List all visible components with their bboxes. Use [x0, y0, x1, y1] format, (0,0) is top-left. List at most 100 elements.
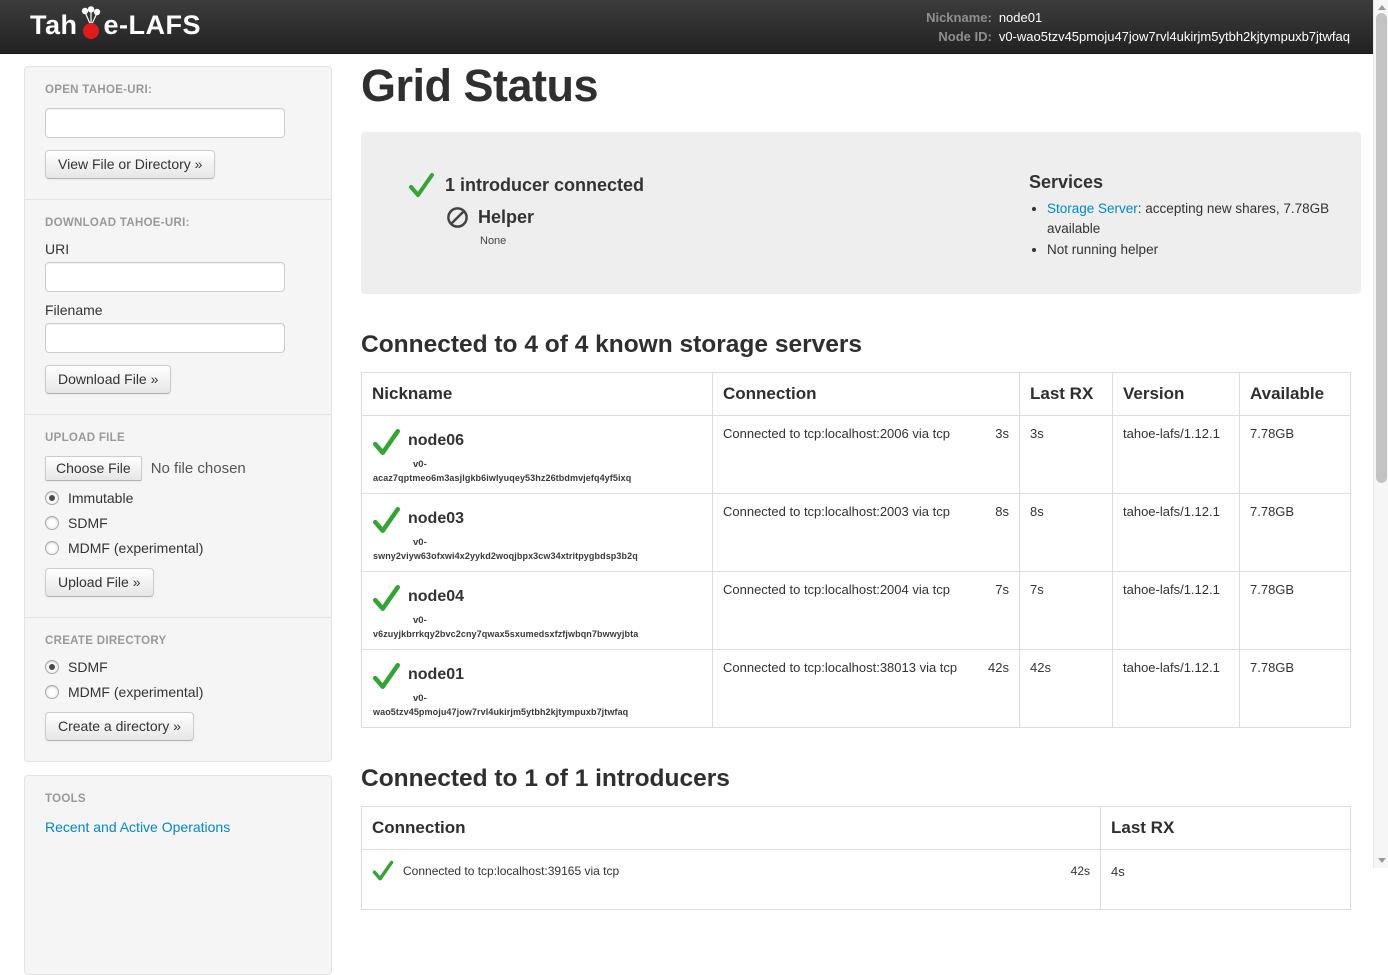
- server-row: node03 v0- swny2viyw63ofxwi4x2yykd2woqjb…: [362, 494, 1351, 572]
- filename-field-label: Filename: [45, 302, 311, 318]
- server-nickname: node06: [408, 428, 464, 450]
- create-directory-button[interactable]: Create a directory »: [45, 712, 194, 741]
- nickname-label: Nickname:: [926, 9, 992, 26]
- radio-immutable[interactable]: Immutable: [45, 490, 311, 506]
- server-available: 7.78GB: [1240, 650, 1351, 728]
- logo-text-right: e-LAFS: [104, 12, 202, 39]
- download-filename-input[interactable]: [45, 323, 285, 353]
- introducer-connection-time: 42s: [1071, 860, 1090, 878]
- col-last-rx: Last RX: [1020, 373, 1113, 416]
- service-helper: Not running helper: [1047, 240, 1343, 260]
- col-intro-connection: Connection: [362, 807, 1101, 850]
- storage-servers-table: Nickname Connection Last RX Version Avai…: [361, 372, 1351, 728]
- server-version: tahoe-lafs/1.12.1: [1113, 494, 1240, 572]
- file-chosen-status: No file chosen: [151, 460, 246, 477]
- storage-servers-heading: Connected to 4 of 4 known storage server…: [361, 331, 1361, 359]
- upload-file-section: UPLOAD FILE Choose File No file chosen I…: [25, 414, 331, 617]
- grid-status-summary-box: 1 introducer connected Helper None Servi…: [361, 132, 1361, 294]
- storage-table-header-row: Nickname Connection Last RX Version Avai…: [362, 373, 1351, 416]
- view-file-or-directory-button[interactable]: View File or Directory »: [45, 150, 215, 179]
- services-block: Services Storage Server: accepting new s…: [1029, 172, 1351, 266]
- download-file-button[interactable]: Download File »: [45, 365, 171, 394]
- col-intro-last-rx: Last RX: [1101, 807, 1351, 850]
- open-tahoe-uri-section: OPEN TAHOE-URI: View File or Directory »: [25, 67, 331, 199]
- server-connection-time: 8s: [995, 504, 1009, 519]
- tahoe-lafs-logo: Tah e-LAFS: [30, 6, 201, 48]
- server-peerid-hash: acaz7qptmeo6m3asjlgkb6iwlyuqey53hz26tbdm…: [373, 473, 702, 483]
- introducer-row: Connected to tcp:localhost:39165 via tcp…: [362, 850, 1351, 910]
- upload-file-button[interactable]: Upload File »: [45, 568, 154, 597]
- introducer-connection-text: Connected to tcp:localhost:39165 via tcp: [403, 860, 619, 878]
- radio-upload-mdmf[interactable]: MDMF (experimental): [45, 540, 311, 556]
- server-peerid-hash: wao5tzv45pmoju47jow7rvl4ukirjm5ytbh2kjty…: [373, 707, 702, 717]
- recent-operations-link[interactable]: Recent and Active Operations: [45, 819, 230, 835]
- col-nickname: Nickname: [362, 373, 713, 416]
- node-info: Nickname: node01 Node ID: v0-wao5tzv45pm…: [926, 9, 1350, 45]
- storage-server-link[interactable]: Storage Server: [1047, 201, 1138, 216]
- radio-create-mdmf-label: MDMF (experimental): [68, 684, 203, 700]
- sidebar-main-panel: OPEN TAHOE-URI: View File or Directory »…: [24, 66, 332, 762]
- scrollbar-down-arrow-icon[interactable]: [1374, 853, 1388, 868]
- server-connection-cell: Connected to tcp:localhost:2006 via tcp …: [713, 416, 1020, 494]
- open-uri-input[interactable]: [45, 108, 285, 138]
- tools-panel: TOOLS Recent and Active Operations: [24, 775, 332, 975]
- create-directory-section: CREATE DIRECTORY SDMF MDMF (experimental…: [25, 617, 331, 761]
- scrollbar-thumb[interactable]: [1376, 13, 1387, 483]
- server-nickname-cell: node06 v0- acaz7qptmeo6m3asjlgkb6iwlyuqe…: [362, 416, 713, 494]
- server-row: node04 v0- v6zuyjkbrrkqy2bvc2cny7qwax5sx…: [362, 572, 1351, 650]
- server-peerid-hash: swny2viyw63ofxwi4x2yykd2woqjbpx3cw34xtri…: [373, 551, 702, 561]
- download-uri-input[interactable]: [45, 262, 285, 292]
- server-nickname: node03: [408, 506, 464, 528]
- server-last-rx: 3s: [1020, 416, 1113, 494]
- server-peerid-prefix: v0-: [413, 537, 702, 548]
- radio-button-icon: [45, 685, 59, 699]
- server-connection-time: 3s: [995, 426, 1009, 441]
- check-icon: [372, 860, 394, 882]
- check-icon: [372, 506, 401, 535]
- radio-upload-mdmf-label: MDMF (experimental): [68, 540, 203, 556]
- introducers-heading: Connected to 1 of 1 introducers: [361, 765, 1361, 793]
- server-last-rx: 8s: [1020, 494, 1113, 572]
- download-tahoe-uri-section: DOWNLOAD TAHOE-URI: URI Filename Downloa…: [25, 199, 331, 414]
- server-nickname-cell: node03 v0- swny2viyw63ofxwi4x2yykd2woqjb…: [362, 494, 713, 572]
- check-icon: [372, 584, 401, 613]
- upload-file-heading: UPLOAD FILE: [45, 432, 311, 444]
- server-nickname-cell: node01 v0- wao5tzv45pmoju47jow7rvl4ukirj…: [362, 650, 713, 728]
- server-nickname: node04: [408, 584, 464, 606]
- server-nickname: node01: [408, 662, 464, 684]
- server-connection-cell: Connected to tcp:localhost:2003 via tcp …: [713, 494, 1020, 572]
- server-peerid-prefix: v0-: [413, 615, 702, 626]
- radio-button-icon: [45, 491, 59, 505]
- radio-upload-sdmf[interactable]: SDMF: [45, 515, 311, 531]
- logo-text-left: Tah: [30, 12, 78, 39]
- tools-heading: TOOLS: [45, 793, 311, 805]
- radio-create-sdmf-label: SDMF: [68, 659, 108, 675]
- server-version: tahoe-lafs/1.12.1: [1113, 572, 1240, 650]
- nickname-value: node01: [999, 9, 1350, 26]
- choose-file-button[interactable]: Choose File: [45, 456, 142, 481]
- radio-create-sdmf[interactable]: SDMF: [45, 659, 311, 675]
- server-connection-text: Connected to tcp:localhost:38013 via tcp: [723, 660, 957, 675]
- check-icon: [372, 428, 401, 457]
- server-available: 7.78GB: [1240, 494, 1351, 572]
- connection-statuses: 1 introducer connected Helper None: [408, 172, 644, 266]
- open-tahoe-uri-heading: OPEN TAHOE-URI:: [45, 84, 311, 96]
- radio-immutable-label: Immutable: [68, 490, 133, 506]
- file-input[interactable]: Choose File No file chosen: [45, 456, 311, 481]
- topbar: Tah e-LAFS Nickname: node01 Node ID: v0-…: [0, 0, 1373, 54]
- server-available: 7.78GB: [1240, 572, 1351, 650]
- helper-value: None: [480, 235, 644, 247]
- server-connection-cell: Connected to tcp:localhost:2004 via tcp …: [713, 572, 1020, 650]
- check-icon: [372, 662, 401, 691]
- sidebar: OPEN TAHOE-URI: View File or Directory »…: [24, 66, 332, 975]
- server-available: 7.78GB: [1240, 416, 1351, 494]
- services-heading: Services: [1029, 172, 1343, 193]
- tahoe-balloon-icon: [79, 6, 103, 40]
- node-id-label: Node ID:: [926, 28, 992, 45]
- introducer-connected-text: 1 introducer connected: [445, 175, 644, 196]
- scrollbar[interactable]: [1373, 0, 1388, 868]
- introducer-last-rx: 4s: [1101, 850, 1351, 910]
- server-connection-text: Connected to tcp:localhost:2003 via tcp: [723, 504, 950, 519]
- server-row: node06 v0- acaz7qptmeo6m3asjlgkb6iwlyuqe…: [362, 416, 1351, 494]
- radio-create-mdmf[interactable]: MDMF (experimental): [45, 684, 311, 700]
